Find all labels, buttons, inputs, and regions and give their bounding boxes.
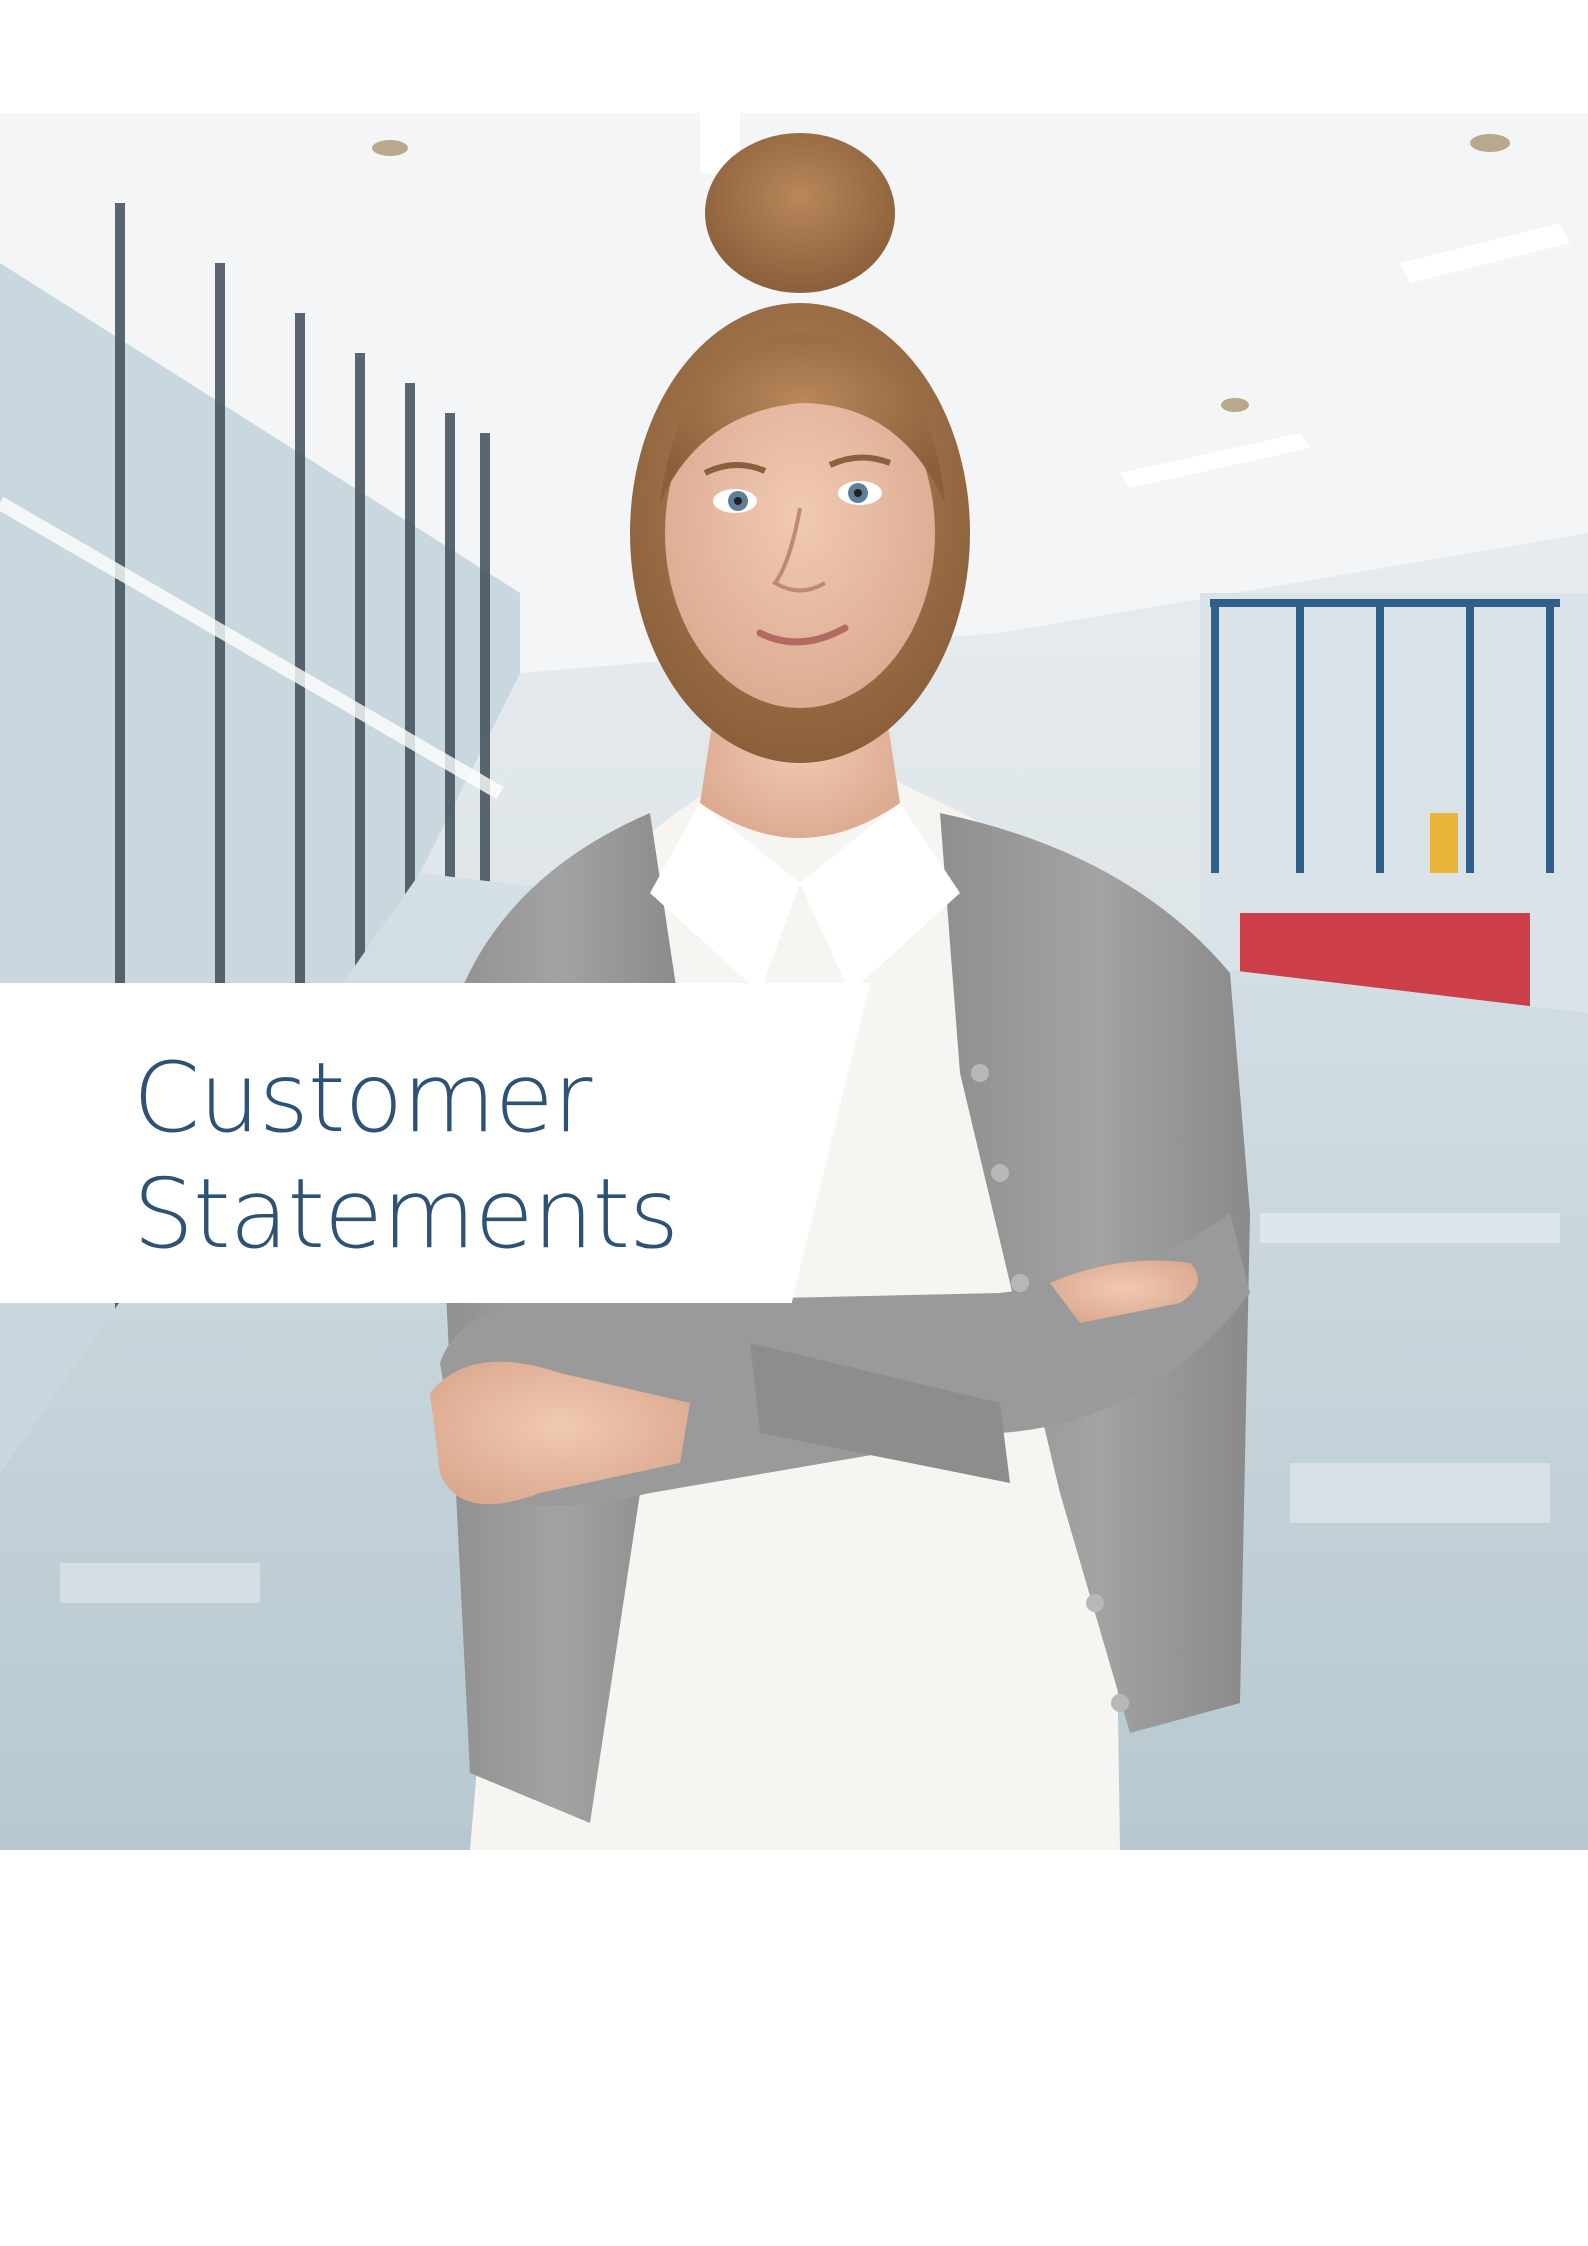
title-line-2: Statements <box>133 1158 679 1270</box>
cover-photo <box>0 113 1588 1850</box>
title-line-1: Customer <box>133 1042 592 1154</box>
page-title: Customer Statements <box>133 1040 679 1272</box>
